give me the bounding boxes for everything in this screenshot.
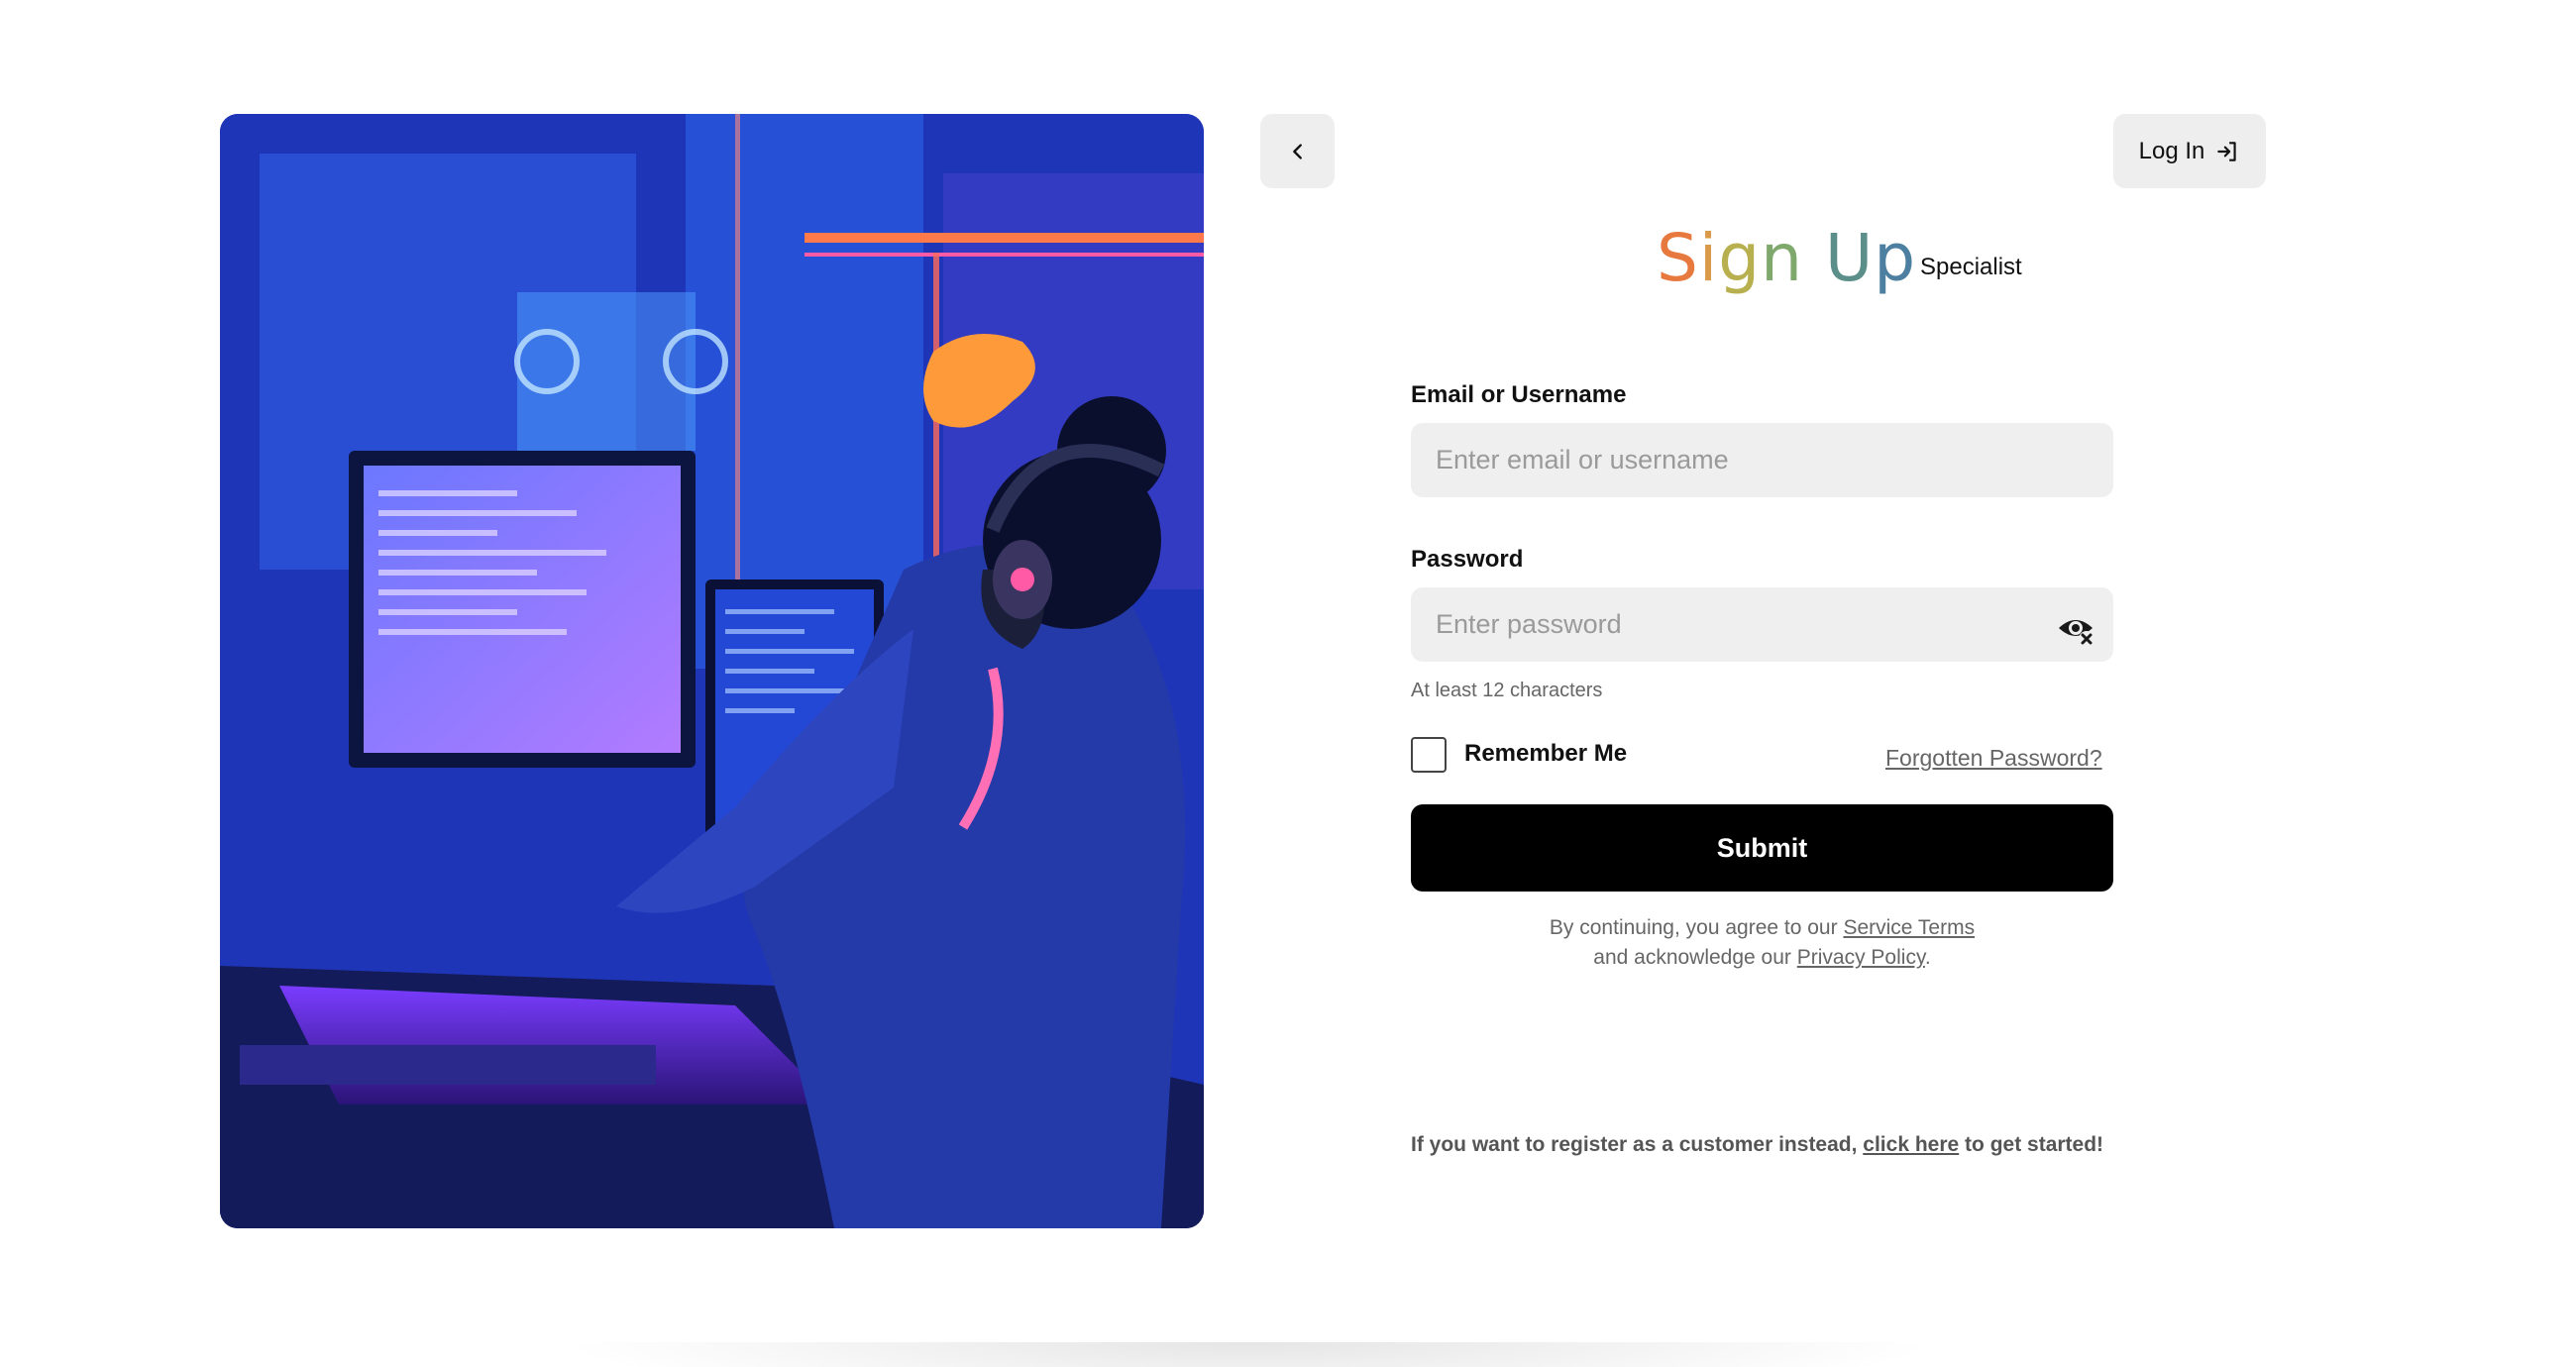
customer-prefix: If you want to register as a customer in… (1411, 1133, 1864, 1156)
service-terms-link[interactable]: Service Terms (1843, 916, 1975, 939)
title-letter: S (1657, 220, 1699, 296)
page-title: Sign Up (1657, 220, 1916, 296)
title-letter: p (1874, 220, 1917, 296)
signup-page: Log In Sign Up Specialist Email or Usern… (0, 0, 2576, 1367)
developer-at-desk-illustration (220, 114, 1204, 1228)
email-label: Email or Username (1411, 381, 1627, 408)
password-hint: At least 12 characters (1411, 680, 1603, 701)
email-field[interactable] (1411, 423, 2113, 497)
hero-illustration (220, 114, 1204, 1228)
password-field[interactable] (1411, 587, 2113, 662)
title-letter: n (1761, 220, 1803, 296)
terms-text: By continuing, you agree to our Service … (1411, 913, 2113, 973)
privacy-policy-link[interactable]: Privacy Policy (1797, 946, 1925, 969)
customer-suffix: to get started! (1959, 1133, 2104, 1156)
eye-toggle-icon[interactable] (2056, 608, 2095, 648)
log-in-icon (2217, 141, 2237, 161)
forgot-password-link[interactable]: Forgotten Password? (1885, 745, 2102, 772)
customer-register-text: If you want to register as a customer in… (1411, 1133, 2103, 1157)
login-button[interactable]: Log In (2113, 114, 2266, 188)
title-letter: g (1718, 220, 1762, 296)
terms-line1: By continuing, you agree to our (1549, 916, 1844, 939)
back-button[interactable] (1260, 114, 1335, 188)
bottom-shadow (555, 1342, 1942, 1367)
role-label: Specialist (1920, 254, 2022, 280)
terms-period: . (1924, 946, 1931, 969)
terms-line2: and acknowledge our (1593, 946, 1797, 969)
submit-button[interactable]: Submit (1411, 804, 2113, 892)
password-label: Password (1411, 546, 1524, 573)
customer-register-link[interactable]: click here (1863, 1133, 1959, 1156)
remember-me-label[interactable]: Remember Me (1464, 740, 1627, 768)
chevron-left-icon (1292, 143, 1302, 159)
remember-me-checkbox[interactable] (1411, 737, 1447, 773)
title-letter: U (1803, 220, 1875, 296)
login-label: Log In (2138, 137, 2205, 164)
title-letter: i (1698, 220, 1719, 296)
